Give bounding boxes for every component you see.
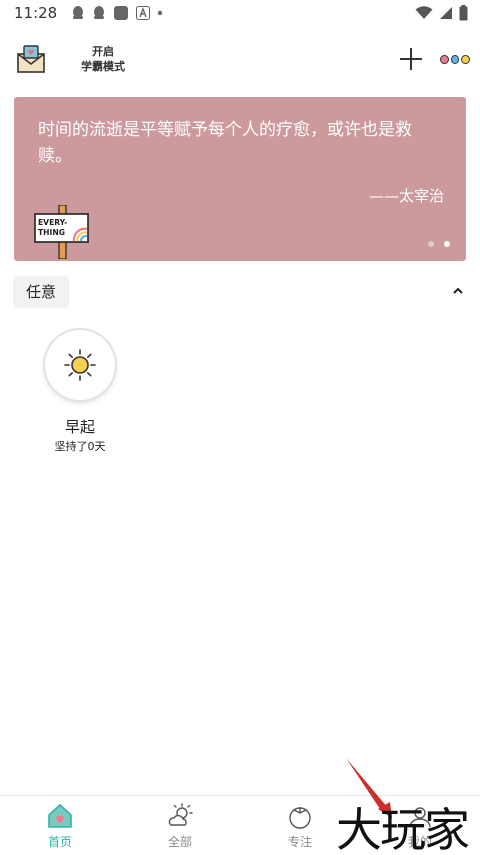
nav-home-label: 首页 [47,835,72,849]
study-mode-line2: 学霸模式 [81,60,125,73]
app-header: 开启 学霸模式 [0,36,480,84]
sun-icon [64,349,96,381]
status-time: 11:28 [14,4,58,22]
bottom-nav: 首页 全部 专注 我的 [0,795,480,855]
qq-icon [73,6,84,19]
study-mode-button[interactable]: 开启 学霸模式 [76,44,130,74]
nav-focus[interactable]: 专注 [270,802,330,852]
quote-text: 时间的流逝是平等赋予每个人的疗愈，或许也是救赎。 [38,120,412,166]
home-heart-icon [48,804,72,828]
page-dot-active [444,241,450,247]
study-mode-line1: 开启 [92,45,114,58]
battery-icon [459,5,468,21]
system-status-icons [415,5,468,21]
page-dot [428,241,434,247]
category-tag[interactable]: 任意 [13,276,70,308]
nav-all[interactable]: 全部 [150,802,210,852]
nav-home[interactable]: 首页 [30,802,90,852]
app-icon [114,6,129,20]
menu-dot-icon [461,54,471,64]
profile-icon [409,807,431,828]
tomato-icon [289,807,311,829]
sign-line2: THING [38,228,65,237]
menu-dot-icon [450,54,460,64]
sign-line1: EVERY- [38,218,67,227]
everything-sign-icon: EVERY- THING [34,205,89,259]
quote-banner[interactable]: 时间的流逝是平等赋予每个人的疗愈，或许也是救赎。 ——太宰治 EVERY- TH… [14,97,466,261]
menu-button[interactable] [440,52,471,66]
habit-streak: 坚持了0天 [54,440,106,453]
sun-cloud-icon [168,803,193,826]
chevron-up-icon[interactable] [451,284,465,298]
dot-icon [158,10,163,16]
envelope-logo-icon[interactable] [16,44,46,74]
wifi-icon [415,6,433,19]
habit-icon-button[interactable] [45,330,115,400]
add-habit-button[interactable] [398,46,424,72]
a-icon [136,6,151,20]
habit-name: 早起 [64,418,95,436]
quote-author: ——太宰治 [368,187,444,205]
menu-dot-icon [440,54,449,64]
status-bar: 11:28 [0,0,480,26]
nav-profile-label: 我的 [407,835,432,849]
nav-focus-label: 专注 [287,835,312,849]
nav-profile[interactable]: 我的 [390,802,450,852]
banner-page-indicator [428,241,450,247]
notification-icons [71,5,163,21]
signal-icon [440,7,452,19]
qq-icon [94,6,105,19]
nav-all-label: 全部 [167,835,192,849]
